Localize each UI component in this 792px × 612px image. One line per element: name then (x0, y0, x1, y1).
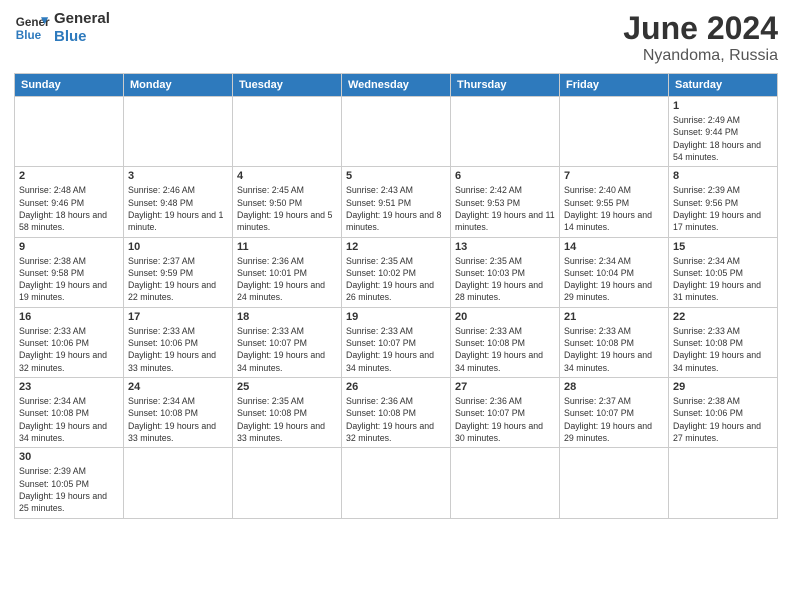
day-25: 25 Sunrise: 2:35 AMSunset: 10:08 PMDayli… (233, 378, 342, 448)
empty-cell (15, 97, 124, 167)
header-monday: Monday (124, 74, 233, 97)
day-6: 6 Sunrise: 2:42 AMSunset: 9:53 PMDayligh… (451, 167, 560, 237)
day-24: 24 Sunrise: 2:34 AMSunset: 10:08 PMDayli… (124, 378, 233, 448)
week-row-5: 23 Sunrise: 2:34 AMSunset: 10:08 PMDayli… (15, 378, 778, 448)
week-row-1: 1 Sunrise: 2:49 AM Sunset: 9:44 PM Dayli… (15, 97, 778, 167)
calendar-table: Sunday Monday Tuesday Wednesday Thursday… (14, 73, 778, 519)
day-15: 15 Sunrise: 2:34 AMSunset: 10:05 PMDayli… (669, 237, 778, 307)
day-20: 20 Sunrise: 2:33 AMSunset: 10:08 PMDayli… (451, 307, 560, 377)
logo: General Blue General Blue (14, 10, 110, 46)
empty-cell (451, 448, 560, 518)
day-22: 22 Sunrise: 2:33 AMSunset: 10:08 PMDayli… (669, 307, 778, 377)
day-17: 17 Sunrise: 2:33 AMSunset: 10:06 PMDayli… (124, 307, 233, 377)
empty-cell (233, 448, 342, 518)
day-30: 30 Sunrise: 2:39 AMSunset: 10:05 PMDayli… (15, 448, 124, 518)
title-month: June 2024 (623, 10, 778, 47)
day-12: 12 Sunrise: 2:35 AMSunset: 10:02 PMDayli… (342, 237, 451, 307)
header-wednesday: Wednesday (342, 74, 451, 97)
empty-cell (560, 448, 669, 518)
day-1-sunrise: Sunrise: 2:49 AM (673, 115, 740, 125)
day-9: 9 Sunrise: 2:38 AMSunset: 9:58 PMDayligh… (15, 237, 124, 307)
title-block: June 2024 Nyandoma, Russia (623, 10, 778, 65)
day-1-sunset: Sunset: 9:44 PM (673, 127, 738, 137)
header: General Blue General Blue June 2024 Nyan… (14, 10, 778, 65)
empty-cell (342, 448, 451, 518)
weekday-header-row: Sunday Monday Tuesday Wednesday Thursday… (15, 74, 778, 97)
day-26: 26 Sunrise: 2:36 AMSunset: 10:08 PMDayli… (342, 378, 451, 448)
day-28: 28 Sunrise: 2:37 AMSunset: 10:07 PMDayli… (560, 378, 669, 448)
empty-cell (451, 97, 560, 167)
empty-cell (124, 448, 233, 518)
empty-cell (233, 97, 342, 167)
title-location: Nyandoma, Russia (623, 47, 778, 65)
day-5: 5 Sunrise: 2:43 AMSunset: 9:51 PMDayligh… (342, 167, 451, 237)
week-row-4: 16 Sunrise: 2:33 AMSunset: 10:06 PMDayli… (15, 307, 778, 377)
day-10: 10 Sunrise: 2:37 AMSunset: 9:59 PMDaylig… (124, 237, 233, 307)
header-sunday: Sunday (15, 74, 124, 97)
logo-icon: General Blue (14, 10, 50, 46)
logo-blue-text: Blue (54, 28, 110, 46)
empty-cell (124, 97, 233, 167)
day-14: 14 Sunrise: 2:34 AMSunset: 10:04 PMDayli… (560, 237, 669, 307)
page: General Blue General Blue June 2024 Nyan… (0, 0, 792, 612)
header-saturday: Saturday (669, 74, 778, 97)
day-29: 29 Sunrise: 2:38 AMSunset: 10:06 PMDayli… (669, 378, 778, 448)
header-friday: Friday (560, 74, 669, 97)
day-16: 16 Sunrise: 2:33 AMSunset: 10:06 PMDayli… (15, 307, 124, 377)
day-27: 27 Sunrise: 2:36 AMSunset: 10:07 PMDayli… (451, 378, 560, 448)
empty-cell (342, 97, 451, 167)
week-row-6: 30 Sunrise: 2:39 AMSunset: 10:05 PMDayli… (15, 448, 778, 518)
header-thursday: Thursday (451, 74, 560, 97)
day-18: 18 Sunrise: 2:33 AMSunset: 10:07 PMDayli… (233, 307, 342, 377)
day-23: 23 Sunrise: 2:34 AMSunset: 10:08 PMDayli… (15, 378, 124, 448)
logo-general-text: General (54, 10, 110, 28)
week-row-2: 2 Sunrise: 2:48 AMSunset: 9:46 PMDayligh… (15, 167, 778, 237)
empty-cell (669, 448, 778, 518)
day-8: 8 Sunrise: 2:39 AMSunset: 9:56 PMDayligh… (669, 167, 778, 237)
day-4: 4 Sunrise: 2:45 AMSunset: 9:50 PMDayligh… (233, 167, 342, 237)
day-2: 2 Sunrise: 2:48 AMSunset: 9:46 PMDayligh… (15, 167, 124, 237)
day-11: 11 Sunrise: 2:36 AMSunset: 10:01 PMDayli… (233, 237, 342, 307)
day-7: 7 Sunrise: 2:40 AMSunset: 9:55 PMDayligh… (560, 167, 669, 237)
day-1-daylight: Daylight: 18 hours and 54 minutes. (673, 140, 761, 162)
header-tuesday: Tuesday (233, 74, 342, 97)
day-21: 21 Sunrise: 2:33 AMSunset: 10:08 PMDayli… (560, 307, 669, 377)
day-3: 3 Sunrise: 2:46 AMSunset: 9:48 PMDayligh… (124, 167, 233, 237)
day-13: 13 Sunrise: 2:35 AMSunset: 10:03 PMDayli… (451, 237, 560, 307)
day-19: 19 Sunrise: 2:33 AMSunset: 10:07 PMDayli… (342, 307, 451, 377)
week-row-3: 9 Sunrise: 2:38 AMSunset: 9:58 PMDayligh… (15, 237, 778, 307)
svg-text:Blue: Blue (16, 29, 42, 42)
day-1: 1 Sunrise: 2:49 AM Sunset: 9:44 PM Dayli… (669, 97, 778, 167)
empty-cell (560, 97, 669, 167)
